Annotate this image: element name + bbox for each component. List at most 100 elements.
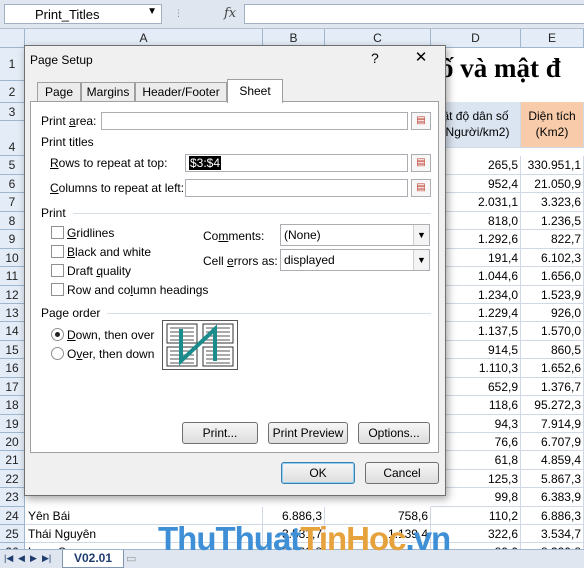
print-titles-heading: Print titles xyxy=(41,135,94,149)
tab-header-footer[interactable]: Header/Footer xyxy=(135,82,227,102)
cols-repeat-field[interactable] xyxy=(185,179,408,197)
table-cell[interactable]: 95.272,3 xyxy=(521,396,584,415)
draft-quality-checkbox[interactable] xyxy=(51,264,64,277)
table-cell[interactable]: 822,7 xyxy=(521,230,584,249)
collapse-dialog-icon[interactable]: ▤ xyxy=(411,179,431,197)
sheet-tab-panel: Print area: ▤ Print titles Rows to repea… xyxy=(30,101,439,453)
print-heading: Print xyxy=(41,206,66,220)
comments-label: Comments: xyxy=(203,229,265,243)
row-header[interactable]: 20 xyxy=(0,433,25,451)
row-header[interactable]: 10 xyxy=(0,249,25,267)
row-header[interactable]: 22 xyxy=(0,470,25,488)
table-cell[interactable]: 6.886,3 xyxy=(521,507,584,525)
row-header[interactable]: 11 xyxy=(0,267,25,286)
gridlines-label: Gridlines xyxy=(67,226,115,240)
row-header[interactable]: 6 xyxy=(0,175,25,193)
row-header[interactable]: 19 xyxy=(0,415,25,433)
dialog-title: Page Setup xyxy=(30,53,93,67)
row-header[interactable]: 4 xyxy=(0,121,25,156)
options-button[interactable]: Options... xyxy=(358,422,430,444)
prev-sheet-icon[interactable]: ◀ xyxy=(18,553,25,564)
first-sheet-icon[interactable]: |◀ xyxy=(4,553,13,564)
name-box[interactable]: Print_Titles ▼ xyxy=(4,4,162,24)
last-sheet-icon[interactable]: ▶| xyxy=(42,553,51,564)
rows-repeat-field[interactable]: $3:$4 xyxy=(185,154,408,172)
print-area-field[interactable] xyxy=(101,112,408,130)
collapse-dialog-icon[interactable]: ▤ xyxy=(411,154,431,172)
insert-sheet-icon[interactable]: ▭ xyxy=(126,552,148,566)
gridlines-checkbox[interactable] xyxy=(51,226,64,239)
row-header[interactable]: 2 xyxy=(0,81,25,103)
cell-errors-select[interactable]: displayed ▼ xyxy=(280,249,430,271)
row-header[interactable]: 21 xyxy=(0,451,25,470)
tab-page[interactable]: Page xyxy=(37,82,81,102)
rows-repeat-value: $3:$4 xyxy=(189,156,222,170)
cancel-button[interactable]: Cancel xyxy=(365,462,439,484)
row-header[interactable]: 24 xyxy=(0,507,25,525)
table-cell[interactable]: 3.323,6 xyxy=(521,193,584,212)
row-header[interactable]: 13 xyxy=(0,304,25,322)
table-cell[interactable]: 1.656,0 xyxy=(521,267,584,286)
table-cell[interactable]: 926,0 xyxy=(521,304,584,322)
table-cell[interactable]: 3.534,7 xyxy=(521,525,584,543)
page-setup-dialog: Page Setup ? ✕ Page Margins Header/Foote… xyxy=(24,45,446,496)
row-header[interactable]: 25 xyxy=(0,525,25,543)
row-header[interactable]: 5 xyxy=(0,156,25,175)
close-button[interactable]: ✕ xyxy=(408,48,434,68)
table-cell[interactable]: 6.102,3 xyxy=(521,249,584,267)
table-cell[interactable]: 1.652,6 xyxy=(521,359,584,378)
comments-select[interactable]: (None) ▼ xyxy=(280,224,430,246)
rows-repeat-label: Rows to repeat at top: xyxy=(50,156,168,170)
divider xyxy=(73,213,431,214)
print-button[interactable]: Print... xyxy=(182,422,258,444)
insert-function-icon[interactable]: fx xyxy=(224,6,236,21)
grip-icon: ⋮ xyxy=(174,8,183,18)
ok-button[interactable]: OK xyxy=(281,462,355,484)
row-header[interactable]: 18 xyxy=(0,396,25,415)
row-header[interactable]: 8 xyxy=(0,212,25,230)
table-cell[interactable]: 330.951,1 xyxy=(521,156,584,175)
sheet-tab-v02-01[interactable]: V02.01 xyxy=(62,550,124,568)
table-cell[interactable]: 860,5 xyxy=(521,341,584,359)
watermark-part-1: ThuThuat xyxy=(158,520,301,557)
row-col-headings-checkbox[interactable] xyxy=(51,283,64,296)
table-cell[interactable]: 4.859,4 xyxy=(521,451,584,470)
chevron-down-icon[interactable]: ▼ xyxy=(413,250,429,270)
next-sheet-icon[interactable]: ▶ xyxy=(30,553,37,564)
row-header[interactable]: 3 xyxy=(0,103,25,121)
table-cell[interactable]: 1.376,7 xyxy=(521,378,584,396)
row-header[interactable]: 15 xyxy=(0,341,25,359)
chevron-down-icon[interactable]: ▼ xyxy=(147,6,157,17)
row-header[interactable]: 17 xyxy=(0,378,25,396)
chevron-down-icon[interactable]: ▼ xyxy=(413,225,429,245)
table-cell[interactable]: 1.570,0 xyxy=(521,322,584,341)
tab-sheet[interactable]: Sheet xyxy=(227,79,283,103)
row-header[interactable]: 23 xyxy=(0,488,25,507)
table-cell[interactable]: 1.523,9 xyxy=(521,286,584,304)
row-header[interactable]: 16 xyxy=(0,359,25,378)
row-col-headings-label: Row and column headings xyxy=(67,283,209,297)
row-header[interactable]: 14 xyxy=(0,322,25,341)
cell-errors-value: displayed xyxy=(284,253,335,267)
help-button[interactable]: ? xyxy=(371,50,379,66)
table-cell[interactable]: 6.707,9 xyxy=(521,433,584,451)
tab-margins[interactable]: Margins xyxy=(81,82,135,102)
row-header[interactable]: 9 xyxy=(0,230,25,249)
table-cell[interactable]: 7.914,9 xyxy=(521,415,584,433)
table-cell[interactable]: 6.383,9 xyxy=(521,488,584,507)
table-cell[interactable]: 5.867,3 xyxy=(521,470,584,488)
print-preview-button[interactable]: Print Preview xyxy=(268,422,348,444)
dialog-titlebar[interactable]: Page Setup ? ✕ xyxy=(25,46,445,74)
row-header[interactable]: 7 xyxy=(0,193,25,212)
collapse-dialog-icon[interactable]: ▤ xyxy=(411,112,431,130)
row-header[interactable]: 12 xyxy=(0,286,25,304)
row-header[interactable]: 1 xyxy=(0,48,25,81)
formula-input[interactable] xyxy=(244,4,584,24)
table-cell[interactable]: 1.236,5 xyxy=(521,212,584,230)
table-cell[interactable]: 21.050,9 xyxy=(521,175,584,193)
over-then-down-radio[interactable] xyxy=(51,347,64,360)
select-all-corner[interactable] xyxy=(0,29,25,48)
column-header-e[interactable]: E xyxy=(521,29,584,48)
down-then-over-radio[interactable] xyxy=(51,328,64,341)
black-white-checkbox[interactable] xyxy=(51,245,64,258)
